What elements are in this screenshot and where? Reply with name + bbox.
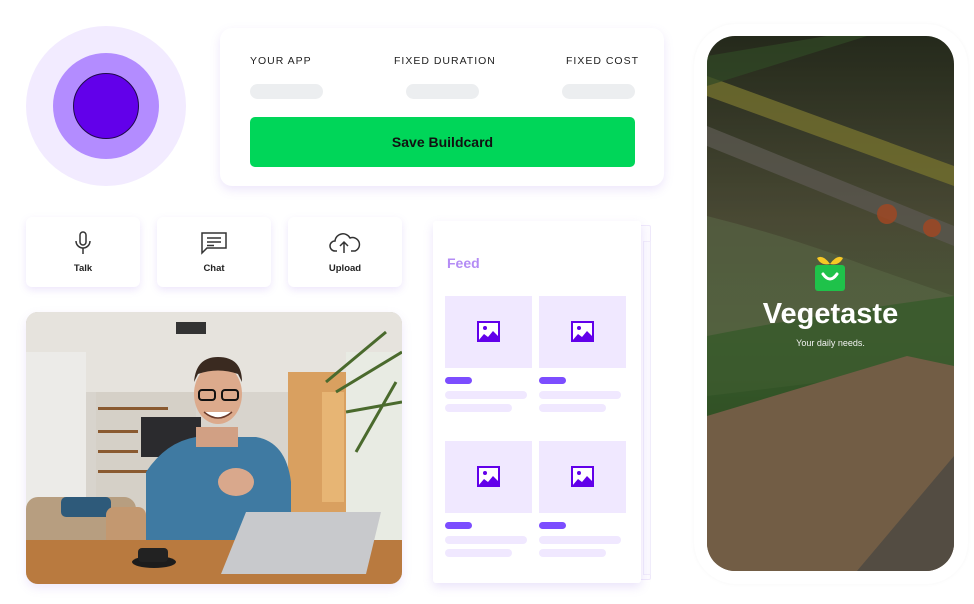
feed-item-line (445, 391, 527, 399)
image-icon (477, 321, 500, 342)
feed-item-image[interactable] (539, 441, 626, 513)
stage: YOUR APP FIXED DURATION FIXED COST Save … (0, 0, 974, 604)
image-icon (571, 321, 594, 342)
feed-stack-layer (643, 241, 651, 575)
user-photo (26, 312, 402, 584)
upload-label: Upload (328, 263, 362, 274)
talk-button[interactable]: Talk (26, 217, 140, 287)
your-app-value-placeholder (250, 84, 323, 99)
feed-item-line (539, 549, 606, 557)
feed-item-line (445, 549, 512, 557)
save-buildcard-button[interactable]: Save Buildcard (250, 117, 635, 167)
feed-item-line (445, 404, 512, 412)
fixed-duration-label: FIXED DURATION (394, 55, 496, 67)
feed-title: Feed (447, 255, 480, 271)
photo-illustration (26, 312, 402, 584)
microphone-icon (75, 231, 91, 254)
fixed-cost-label: FIXED COST (566, 55, 640, 67)
feed-item-image[interactable] (445, 441, 532, 513)
feed-item-line (445, 536, 527, 544)
cloud-upload-icon (329, 233, 361, 253)
feed-item-line (539, 404, 606, 412)
app-name: Vegetaste (762, 298, 899, 330)
feed-item-tag (539, 522, 566, 529)
upload-button[interactable]: Upload (288, 217, 402, 287)
fixed-duration-value-placeholder (406, 84, 479, 99)
talk-label: Talk (73, 263, 93, 274)
image-icon (477, 466, 500, 487)
chat-button[interactable]: Chat (157, 217, 271, 287)
feed-item-tag (445, 522, 472, 529)
feed-item-line (539, 391, 621, 399)
feed-item-line (539, 536, 621, 544)
image-icon (571, 466, 594, 487)
fixed-cost-value-placeholder (562, 84, 635, 99)
basket-smile-icon (815, 256, 845, 291)
feed-item-image[interactable] (539, 296, 626, 368)
feed-panel: Feed (433, 221, 641, 583)
record-icon[interactable] (73, 73, 139, 139)
chat-icon (201, 232, 227, 255)
buildcard-panel: YOUR APP FIXED DURATION FIXED COST Save … (220, 28, 664, 186)
chat-label: Chat (203, 263, 225, 274)
your-app-label: YOUR APP (250, 55, 312, 67)
feed-item-tag (539, 377, 566, 384)
phone-splash-screen: Vegetaste Your daily needs. (707, 36, 954, 571)
feed-item-image[interactable] (445, 296, 532, 368)
feed-item-tag (445, 377, 472, 384)
app-tagline: Your daily needs. (796, 338, 865, 348)
